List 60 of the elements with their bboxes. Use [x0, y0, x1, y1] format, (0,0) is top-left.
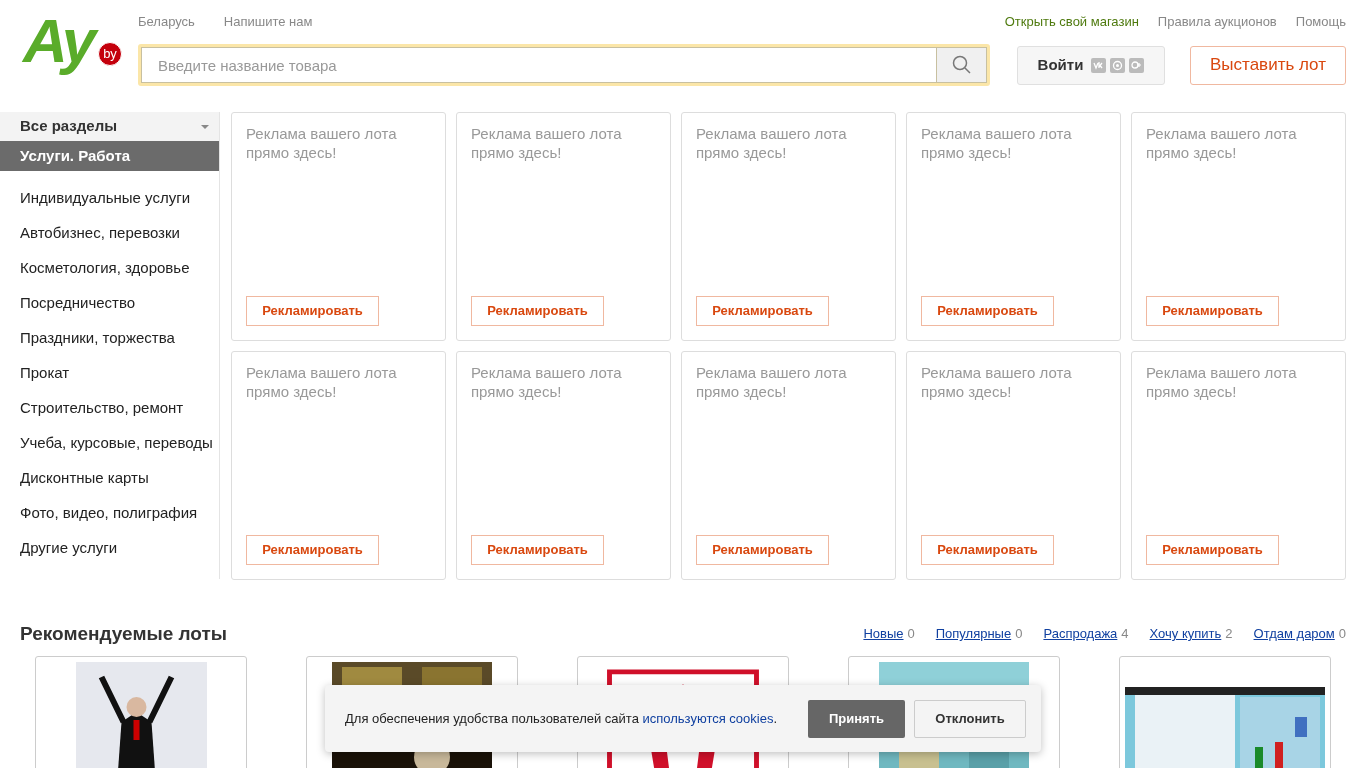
ad-text: Реклама вашего лота прямо здесь! — [921, 124, 1073, 162]
all-sections-dropdown[interactable]: Все разделы — [0, 112, 219, 141]
ad-text: Реклама вашего лота прямо здесь! — [1146, 124, 1298, 162]
search-icon — [951, 55, 972, 75]
advertise-button[interactable]: Рекламировать — [921, 535, 1054, 565]
caret-icon — [201, 124, 209, 129]
ad-text: Реклама вашего лота прямо здесь! — [921, 363, 1073, 401]
category-link[interactable]: Посредничество — [0, 285, 219, 320]
filter-link[interactable]: Хочу купить — [1149, 624, 1222, 644]
category-link[interactable]: Учеба, курсовые, переводы — [0, 425, 219, 460]
advertise-button[interactable]: Рекламировать — [246, 535, 379, 565]
advertise-button[interactable]: Рекламировать — [471, 296, 604, 326]
advertise-button[interactable]: Рекламировать — [246, 296, 379, 326]
advertise-button[interactable]: Рекламировать — [696, 296, 829, 326]
search-button[interactable] — [937, 47, 987, 83]
category-link[interactable]: Строительство, ремонт — [0, 390, 219, 425]
top-link[interactable]: Напишите нам — [223, 12, 313, 32]
advertise-button[interactable]: Рекламировать — [1146, 296, 1279, 326]
ad-text: Реклама вашего лота прямо здесь! — [696, 363, 848, 401]
decline-button[interactable]: Отклонить — [914, 699, 1026, 738]
category-link[interactable]: Дисконтные карты — [0, 460, 219, 495]
ad-text: Реклама вашего лота прямо здесь! — [696, 124, 848, 162]
filter-count: 0 — [907, 625, 915, 644]
top-link[interactable]: Правила аукционов — [1157, 12, 1277, 32]
filter-link[interactable]: Новые — [863, 624, 904, 644]
advertise-button[interactable]: Рекламировать — [1146, 535, 1279, 565]
category-link[interactable]: Другие услуги — [0, 530, 219, 565]
ad-text: Реклама вашего лота прямо здесь! — [246, 363, 398, 401]
search-field[interactable]: Введите название товара — [138, 44, 990, 86]
top-link[interactable]: Беларусь — [138, 12, 195, 32]
filter-link[interactable]: Распродажа — [1043, 624, 1118, 644]
ad-text: Реклама вашего лота прямо здесь! — [471, 363, 623, 401]
advertise-button[interactable]: Рекламировать — [471, 535, 604, 565]
top-link[interactable]: Помощь — [1295, 12, 1346, 32]
filter-link[interactable]: Популярные — [935, 624, 1012, 644]
filter-count: 0 — [1338, 625, 1346, 644]
lot-card[interactable] — [1119, 656, 1331, 768]
filter-count: 4 — [1121, 625, 1129, 644]
current-category[interactable]: Услуги. Работа — [0, 141, 219, 171]
ad-text: Реклама вашего лота прямо здесь! — [1146, 363, 1298, 401]
logo[interactable]: Ay by — [23, 18, 123, 82]
category-link[interactable]: Праздники, торжества — [0, 320, 219, 355]
category-link[interactable]: Фото, видео, полиграфия — [0, 495, 219, 530]
ad-text: Реклама вашего лота прямо здесь! — [246, 124, 398, 162]
filter-count: 2 — [1225, 625, 1233, 644]
lot-card[interactable] — [35, 656, 247, 768]
top-link[interactable]: Открыть свой магазин — [1004, 12, 1139, 32]
advertise-button[interactable]: Рекламировать — [921, 296, 1054, 326]
filter-link[interactable]: Отдам даром — [1253, 624, 1335, 644]
category-link[interactable]: Автобизнес, перевозки — [0, 215, 219, 250]
section-title: Рекомендуемые лоты — [20, 621, 227, 646]
filter-count: 0 — [1015, 625, 1023, 644]
accept-button[interactable]: Принять — [808, 699, 905, 738]
category-link[interactable]: Прокат — [0, 355, 219, 390]
sell-button[interactable]: Выставить лот — [1190, 45, 1346, 85]
category-link[interactable]: Индивидуальные услуги — [0, 180, 219, 215]
cookie-text: Для обеспечения удобства пользователей сайта используются cookies. — [345, 709, 779, 728]
advertise-button[interactable]: Рекламировать — [696, 535, 829, 565]
category-link[interactable]: Косметология, здоровье — [0, 250, 219, 285]
ad-text: Реклама вашего лота прямо здесь! — [471, 124, 623, 162]
